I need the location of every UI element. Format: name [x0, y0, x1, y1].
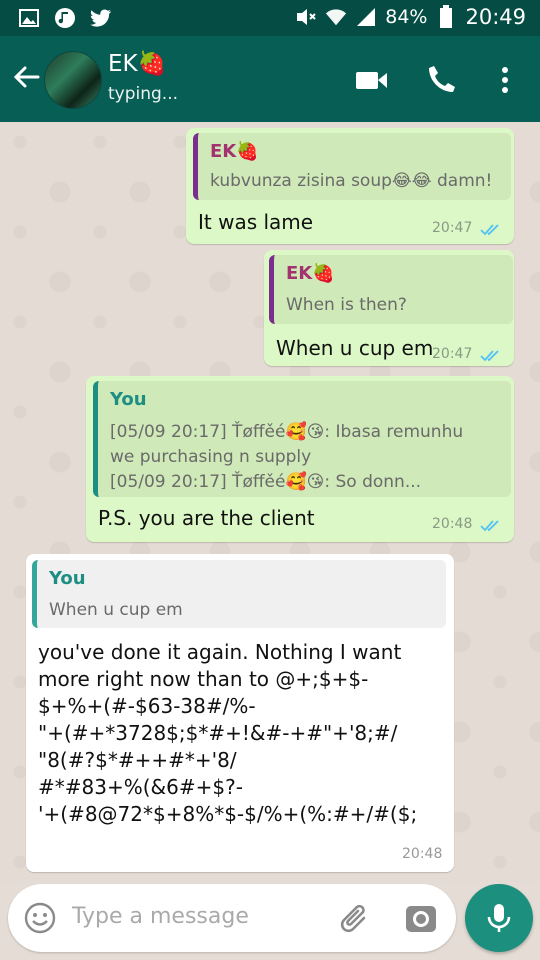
quoted-message[interactable]: EK🍓 kubvunza zisina soup😂😂 damn!	[193, 133, 511, 200]
message-text-line: "8(#?$*#++#*+'8/	[38, 748, 237, 772]
message-text-line: '+(#8@72*$+8%*$-$/%+(%:#+/#($;	[38, 802, 418, 826]
contact-status: typing...	[108, 84, 179, 104]
video-call-icon[interactable]	[354, 63, 388, 97]
quoted-sender: You	[110, 389, 147, 410]
phone-icon[interactable]	[426, 63, 460, 97]
message-text-line: you've done it again. Nothing I want	[38, 640, 402, 664]
outgoing-message[interactable]: EK🍓 kubvunza zisina soup😂😂 damn! It was …	[186, 128, 514, 244]
quoted-text-line: [05/09 20:17] Ťøffěé🥰😘: So donn...	[110, 472, 422, 492]
message-text-line: #*#83+%(&6#+$?-	[38, 775, 243, 799]
message-input-bar[interactable]: Type a message	[8, 884, 456, 952]
quoted-text-line: we purchasing n supply	[110, 447, 312, 467]
contact-name[interactable]: EK🍓	[108, 50, 166, 77]
mic-button[interactable]	[465, 884, 533, 952]
music-icon	[54, 7, 76, 29]
read-ticks-icon	[480, 348, 502, 362]
signal-icon	[355, 6, 377, 28]
status-clock: 20:49	[465, 5, 526, 29]
message-text-line: more right now than to @+;$+$-	[38, 667, 369, 691]
read-ticks-icon	[480, 222, 502, 236]
status-bar: 84% 20:49	[0, 0, 540, 36]
gallery-icon	[18, 7, 40, 29]
quoted-text: When is then?	[286, 295, 407, 315]
mic-icon	[487, 904, 511, 932]
more-vert-icon[interactable]	[495, 63, 529, 97]
quoted-message[interactable]: You When u cup em	[32, 560, 446, 628]
message-time: 20:47	[432, 220, 473, 236]
incoming-message[interactable]: You When u cup em you've done it again. …	[26, 554, 454, 872]
arrow-left-icon[interactable]	[10, 62, 42, 94]
message-time: 20:48	[402, 846, 443, 862]
chat-area[interactable]: EK🍓 kubvunza zisina soup😂😂 damn! It was …	[0, 122, 540, 882]
chat-header: EK🍓 typing...	[0, 36, 540, 122]
battery-icon	[435, 5, 457, 28]
message-text-line: $+%+(#-$63-38#/%-	[38, 694, 256, 718]
quoted-sender: EK🍓	[210, 141, 259, 162]
avatar[interactable]	[44, 51, 102, 109]
message-time: 20:48	[432, 516, 473, 532]
quoted-sender: EK🍓	[286, 263, 335, 284]
outgoing-message[interactable]: EK🍓 When is then? When u cup em 20:47	[264, 250, 514, 366]
quoted-text: kubvunza zisina soup😂😂 damn!	[210, 171, 493, 191]
message-text-line: "+(#+*3728$;$*#+!&#-+#"+'8;#/	[38, 721, 398, 745]
quoted-sender: You	[49, 568, 86, 589]
camera-icon[interactable]	[404, 902, 438, 934]
message-input[interactable]: Type a message	[72, 904, 249, 929]
quoted-message[interactable]: EK🍓 When is then?	[269, 255, 513, 324]
emoji-icon[interactable]	[24, 902, 56, 934]
quoted-message[interactable]: You [05/09 20:17] Ťøffěé🥰😘: Ibasa remunh…	[93, 381, 511, 497]
twitter-icon	[90, 7, 112, 29]
wifi-icon	[325, 6, 347, 28]
message-text: When u cup em	[276, 336, 434, 360]
mute-icon	[295, 6, 317, 28]
battery-percent: 84%	[385, 6, 428, 28]
read-ticks-icon	[480, 518, 502, 532]
paperclip-icon[interactable]	[338, 900, 372, 936]
quoted-text: When u cup em	[49, 600, 183, 620]
message-time: 20:47	[432, 346, 473, 362]
quoted-text-line: [05/09 20:17] Ťøffěé🥰😘: Ibasa remunhu	[110, 422, 464, 442]
message-text: P.S. you are the client	[98, 506, 315, 530]
message-text: It was lame	[198, 210, 314, 234]
outgoing-message[interactable]: You [05/09 20:17] Ťøffěé🥰😘: Ibasa remunh…	[86, 376, 514, 542]
